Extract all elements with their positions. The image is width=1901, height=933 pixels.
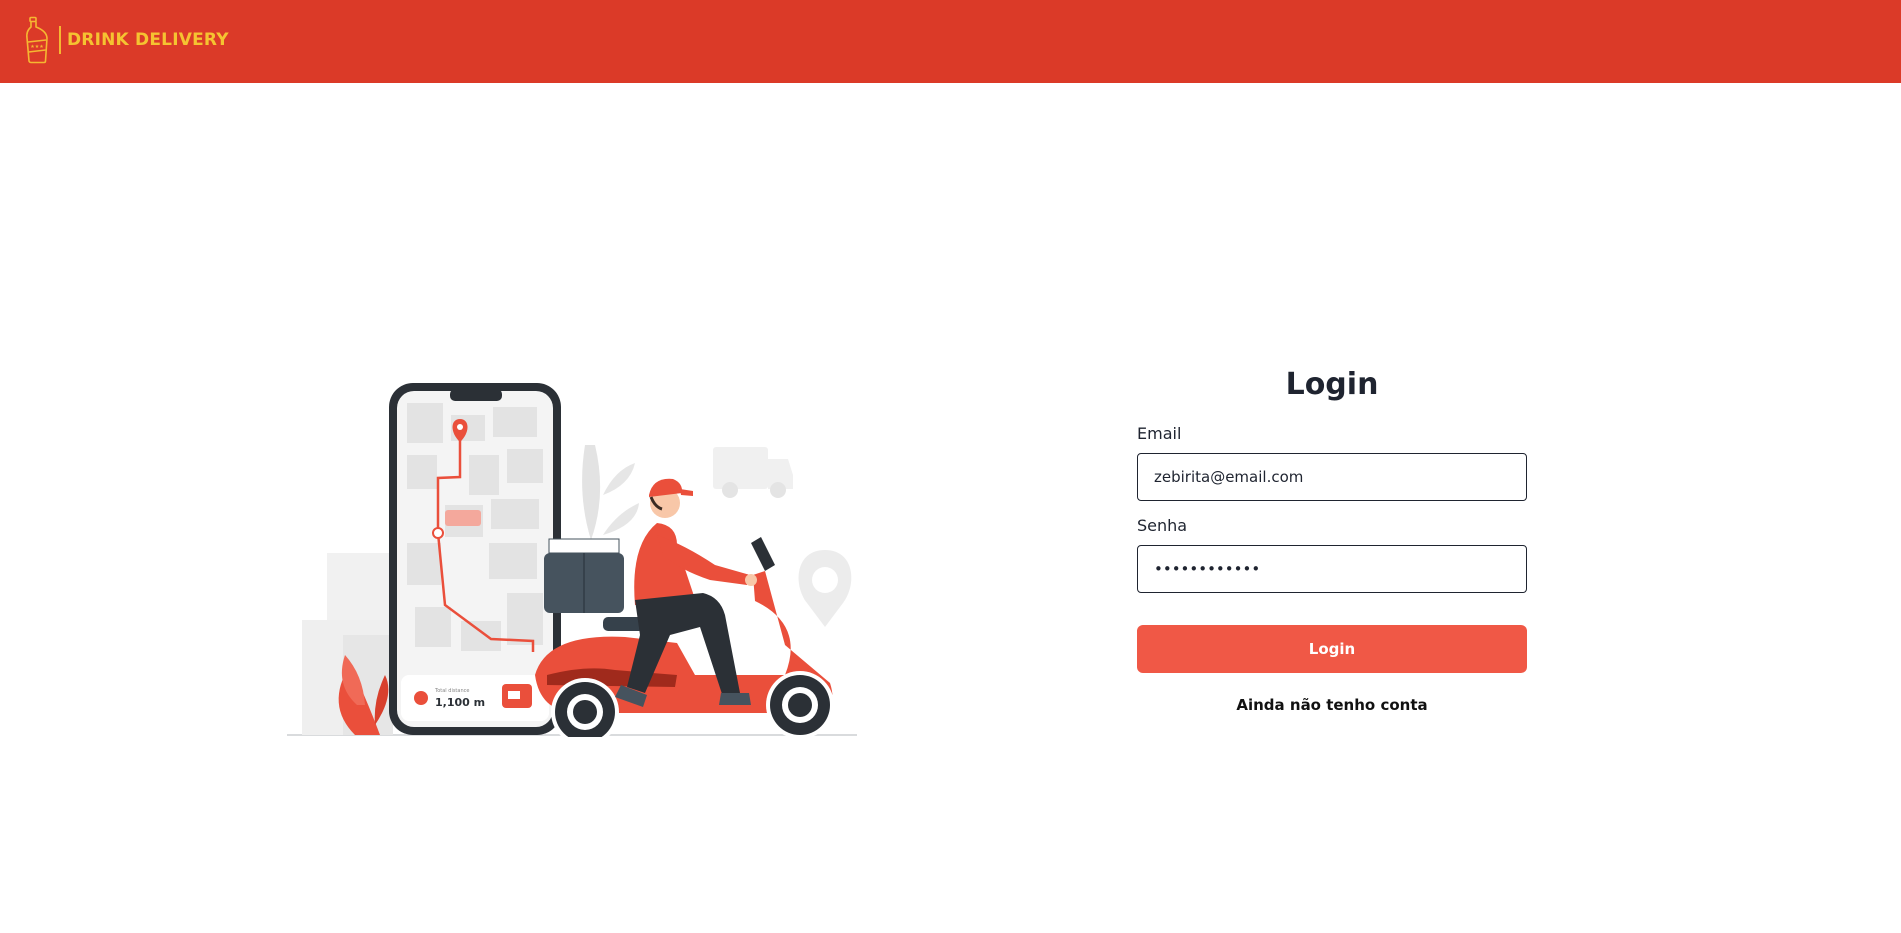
page-title: Login (1285, 367, 1379, 402)
brand-divider (59, 26, 61, 54)
delivery-illustration: Total distance 1,100 m (287, 383, 857, 737)
login-form: Login Email Senha Login Ainda não tenho … (1137, 360, 1527, 714)
distance-value: 1,100 m (435, 696, 485, 709)
password-field[interactable] (1137, 545, 1527, 593)
svg-text:★★★: ★★★ (30, 44, 44, 50)
distance-label: Total distance (434, 688, 469, 694)
register-link[interactable]: Ainda não tenho conta (1137, 696, 1527, 714)
bottle-icon: ★★★ (26, 16, 48, 64)
password-label: Senha (1137, 516, 1188, 535)
email-label: Email (1137, 424, 1182, 443)
truck-icon (713, 447, 793, 498)
brand-name: DRINK DELIVERY (67, 30, 229, 50)
brand[interactable]: ★★★ DRINK DELIVERY (24, 16, 229, 64)
phone-map-icon: Total distance 1,100 m (389, 383, 561, 735)
top-bar: ★★★ DRINK DELIVERY (0, 0, 1901, 83)
login-button[interactable]: Login (1137, 625, 1527, 673)
email-field[interactable] (1137, 453, 1527, 501)
location-pin-icon (798, 550, 852, 627)
